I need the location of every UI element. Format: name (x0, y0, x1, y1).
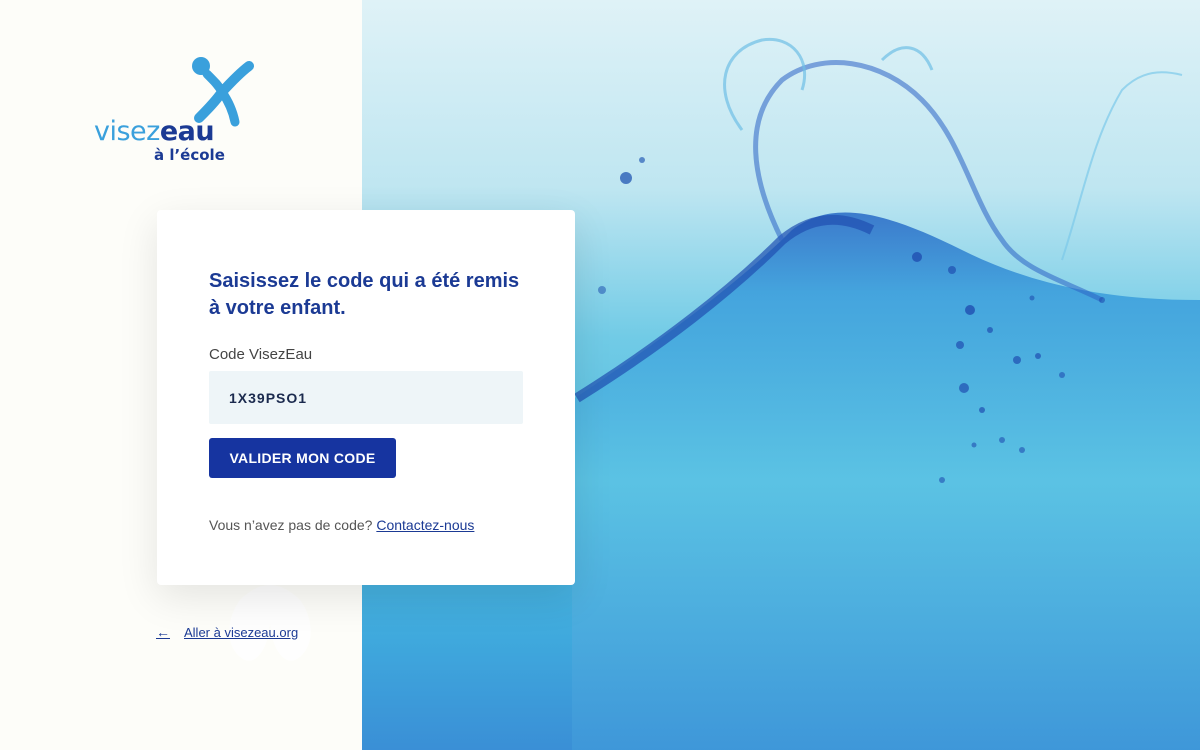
logo-subtitle: à l’école (154, 146, 225, 164)
code-input[interactable] (209, 371, 523, 424)
help-text: Vous n’avez pas de code? Contactez-nous (209, 517, 474, 533)
back-to-site-link[interactable]: ← Aller à visezeau.org (156, 624, 298, 640)
back-link-label: Aller à visezeau.org (184, 624, 299, 640)
validate-code-button[interactable]: VALIDER MON CODE (209, 438, 396, 478)
arrow-left-icon: ← (156, 624, 170, 640)
card-title: Saisissez le code qui a été remis à votr… (209, 270, 520, 319)
help-question: Vous n’avez pas de code? (209, 517, 373, 533)
contact-link[interactable]: Contactez-nous (376, 517, 474, 533)
code-entry-card: Saisissez le code qui a été remis à votr… (157, 210, 575, 585)
visezeau-logo: visezeau à l’école (94, 56, 264, 168)
code-field-label: Code VisezEau (209, 346, 313, 363)
logo-wordmark: visezeau (94, 116, 215, 147)
